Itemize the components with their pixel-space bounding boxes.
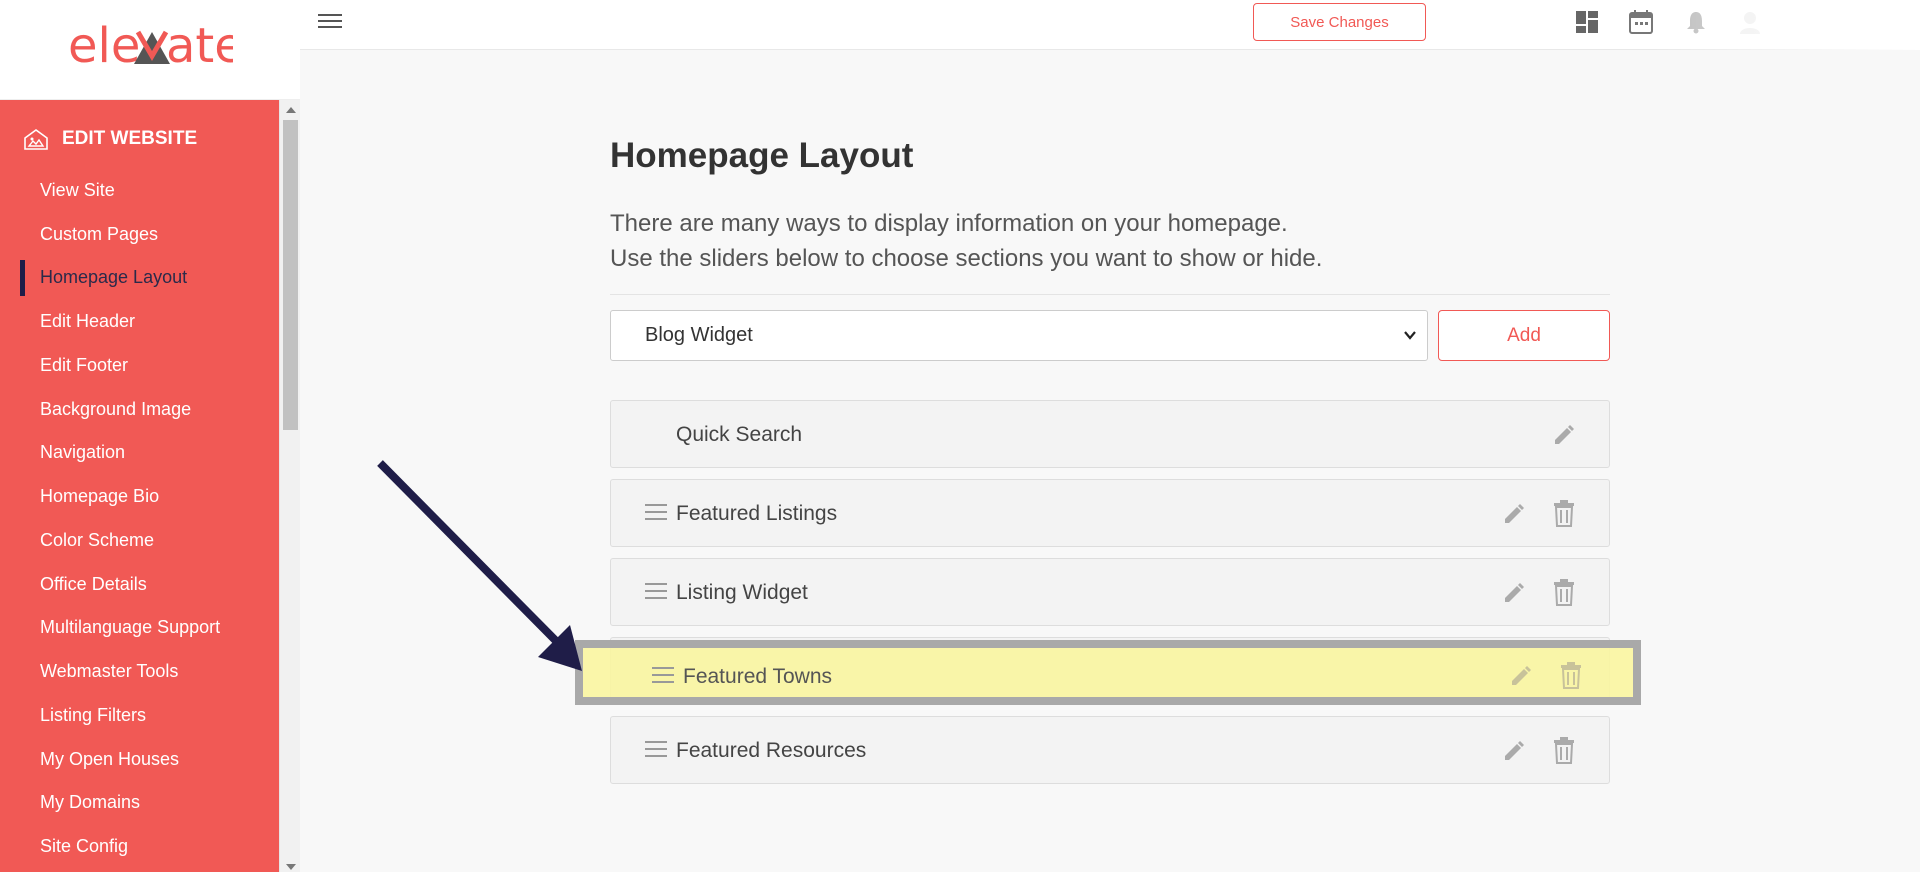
chevron-down-icon — [1404, 331, 1416, 340]
sidebar-heading-label: EDIT WEBSITE — [62, 128, 198, 149]
sidebar-item-navigation[interactable]: Navigation — [40, 442, 125, 463]
section-row-featured-listings[interactable]: Featured Listings — [610, 479, 1610, 547]
sidebar-item-background-image[interactable]: Background Image — [40, 399, 191, 420]
svg-text:ele: ele — [68, 18, 140, 74]
edit-pencil-icon[interactable] — [1551, 421, 1577, 447]
sidebar-item-my-domains[interactable]: My Domains — [40, 792, 140, 813]
sidebar-scrollbar[interactable] — [279, 100, 300, 872]
sidebar-item-color-scheme[interactable]: Color Scheme — [40, 530, 154, 551]
hamburger-menu-icon[interactable] — [318, 10, 342, 32]
scroll-up-arrow-icon[interactable] — [286, 107, 296, 113]
edit-pencil-icon[interactable] — [1508, 662, 1534, 688]
dashboard-icon[interactable] — [1573, 8, 1601, 36]
section-row-featured-resources[interactable]: Featured Resources — [610, 716, 1610, 784]
scrollbar-thumb[interactable] — [283, 120, 298, 430]
edit-pencil-icon[interactable] — [1501, 579, 1527, 605]
section-row-listing-widget[interactable]: Listing Widget — [610, 558, 1610, 626]
drag-handle-icon[interactable] — [645, 504, 667, 522]
elevate-logo[interactable]: ele ate — [68, 18, 244, 78]
top-bar: Save Changes — [300, 0, 1920, 50]
logo-area: ele ate — [0, 0, 300, 100]
section-type-select[interactable]: Blog Widget — [610, 310, 1428, 361]
sidebar-item-homepage-bio[interactable]: Homepage Bio — [40, 486, 159, 507]
description-line-1: There are many ways to display informati… — [610, 210, 1288, 237]
website-house-icon — [24, 129, 48, 150]
add-section-button[interactable]: Add — [1438, 310, 1610, 361]
page-description: There are many ways to display informati… — [610, 206, 1322, 276]
divider — [610, 294, 1610, 295]
section-label: Featured Listings — [676, 502, 838, 525]
highlight-box: Featured Towns — [575, 640, 1641, 705]
section-row-quick-search[interactable]: Quick Search — [610, 400, 1610, 468]
save-changes-button[interactable]: Save Changes — [1253, 3, 1426, 41]
trash-icon[interactable] — [1551, 577, 1577, 607]
description-line-2: Use the sliders below to choose sections… — [610, 245, 1323, 272]
sidebar-item-homepage-layout[interactable]: Homepage Layout — [40, 267, 187, 288]
sidebar-item-custom-pages[interactable]: Custom Pages — [40, 224, 158, 245]
sidebar-item-my-open-houses[interactable]: My Open Houses — [40, 749, 179, 770]
page-title: Homepage Layout — [610, 136, 914, 175]
edit-pencil-icon[interactable] — [1501, 737, 1527, 763]
sidebar-item-listing-filters[interactable]: Listing Filters — [40, 705, 146, 726]
drag-handle-icon[interactable] — [645, 583, 667, 601]
logo-graphic: ele ate — [68, 18, 244, 74]
edit-pencil-icon[interactable] — [1501, 500, 1527, 526]
section-label: Featured Resources — [676, 739, 867, 762]
section-label: Listing Widget — [676, 581, 808, 604]
sidebar-item-webmaster-tools[interactable]: Webmaster Tools — [40, 661, 178, 682]
sidebar-item-site-config[interactable]: Site Config — [40, 836, 128, 857]
drag-handle-icon[interactable] — [652, 667, 674, 685]
sidebar-item-edit-header[interactable]: Edit Header — [40, 311, 135, 332]
sidebar-item-edit-footer[interactable]: Edit Footer — [40, 355, 128, 376]
annotation-arrow-icon — [377, 460, 582, 671]
select-value: Blog Widget — [645, 324, 753, 346]
trash-icon[interactable] — [1551, 735, 1577, 765]
sidebar-item-office-details[interactable]: Office Details — [40, 574, 147, 595]
trash-icon[interactable] — [1558, 660, 1584, 690]
sidebar-item-multilanguage-support[interactable]: Multilanguage Support — [40, 617, 220, 638]
svg-text:ate: ate — [166, 18, 233, 74]
section-label: Quick Search — [676, 423, 803, 446]
active-item-marker — [20, 260, 25, 296]
drag-handle-icon[interactable] — [645, 741, 667, 759]
top-bar-fade — [1650, 0, 1920, 50]
sidebar-heading[interactable]: EDIT WEBSITE — [22, 124, 197, 154]
trash-icon[interactable] — [1551, 498, 1577, 528]
sidebar: EDIT WEBSITE View Site Custom Pages Home… — [0, 100, 279, 872]
sidebar-item-view-site[interactable]: View Site — [40, 180, 115, 201]
section-label-featured-towns: Featured Towns — [683, 665, 833, 688]
scroll-down-arrow-icon[interactable] — [286, 864, 296, 870]
